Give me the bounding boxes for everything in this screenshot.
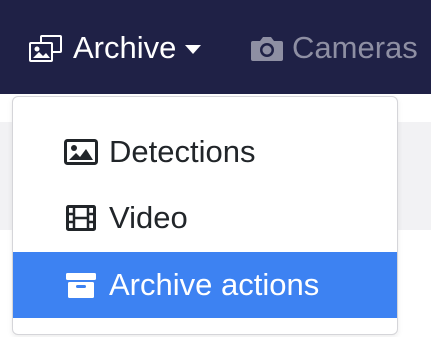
nav-cameras-link[interactable]: Cameras [250,24,418,72]
archive-images-icon [27,32,65,64]
menu-item-detections-label: Detections [109,134,256,169]
nav-cameras-label: Cameras [292,30,418,65]
archive-dropdown-menu: Detections Video Archive actions [12,96,398,335]
image-icon [63,139,99,165]
menu-item-video[interactable]: Video [13,185,397,251]
chevron-down-icon [185,44,202,54]
camera-icon [250,33,284,63]
nav-archive-dropdown-toggle[interactable]: Archive [27,24,202,72]
menu-item-archive-actions-label: Archive actions [109,267,320,302]
menu-item-archive-actions[interactable]: Archive actions [13,252,397,318]
menu-item-video-label: Video [109,200,188,235]
nav-archive-label: Archive [73,30,177,65]
archive-box-icon [63,271,99,299]
menu-item-detections[interactable]: Detections [13,119,397,185]
top-navbar: Archive Cameras [0,0,431,94]
film-icon [63,205,99,231]
